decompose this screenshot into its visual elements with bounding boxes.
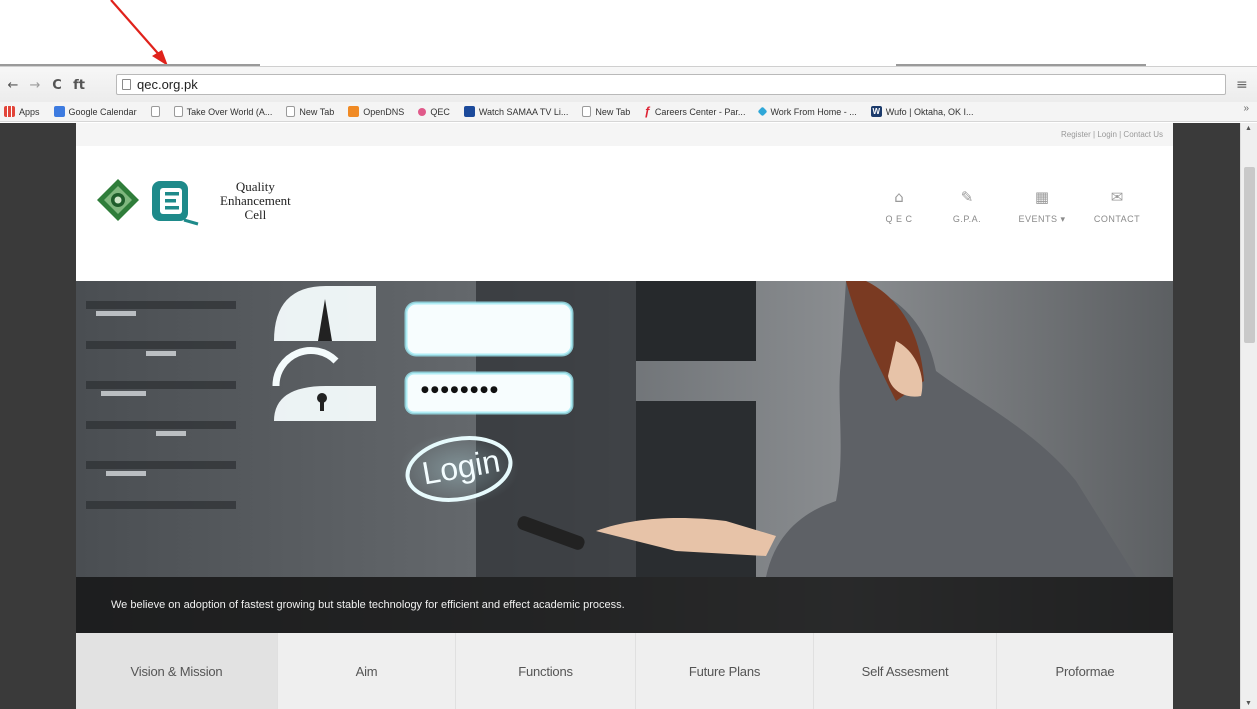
envelope-icon: ✉ xyxy=(1110,188,1124,206)
home-icon: ⌂ xyxy=(894,188,904,206)
forward-icon[interactable]: → xyxy=(28,78,42,94)
logo-emblem-icon xyxy=(97,179,199,226)
contact-us-link[interactable]: Contact Us xyxy=(1123,130,1163,139)
nav-label: G.P.A. xyxy=(952,214,982,224)
back-icon[interactable]: ← xyxy=(6,78,20,94)
bookmark-qec[interactable]: QEC xyxy=(418,107,450,117)
browser-nav-buttons: ← → C ft xyxy=(6,78,86,94)
bookmark-label: Work From Home - ... xyxy=(770,106,857,117)
logo-line-3: Cell xyxy=(244,207,267,222)
page-icon xyxy=(150,106,160,117)
page-icon xyxy=(582,106,592,117)
site-header: Quality Enhancement Cell ⌂ Q E C ✎ G.P.A… xyxy=(76,146,1173,281)
bookmark-new-tab-2[interactable]: New Tab xyxy=(582,106,630,117)
bookmark-label: Wufo | Oktaha, OK I... xyxy=(885,106,974,117)
tab-functions[interactable]: Functions xyxy=(456,633,636,709)
section-tabs: Vision & Mission Aim Functions Future Pl… xyxy=(76,633,1173,709)
bookmark-label: New Tab xyxy=(299,106,335,117)
nav-label: Q E C xyxy=(885,214,913,224)
scroll-up-icon[interactable]: ▲ xyxy=(1245,125,1252,132)
screenshot-root: ← → C ft qec.org.pk ≡ Apps Google Calend… xyxy=(0,0,1257,709)
bookmark-label: Careers Center - Par... xyxy=(654,106,746,117)
bookmark-opendns[interactable]: OpenDNS xyxy=(348,106,404,117)
calendar-icon: ▦ xyxy=(1034,188,1050,206)
calendar-icon xyxy=(53,106,65,117)
site-logo[interactable]: Quality Enhancement Cell xyxy=(94,176,291,226)
apps-icon xyxy=(4,106,15,117)
opendns-icon xyxy=(348,106,360,117)
bookmark-take-over-world[interactable]: Take Over World (A... xyxy=(173,106,273,117)
tab-proformae[interactable]: Proformae xyxy=(997,633,1173,709)
samaa-icon xyxy=(463,106,475,117)
wufo-icon: W xyxy=(870,106,882,117)
bookmark-label: Apps xyxy=(19,106,40,117)
nav-gpa[interactable]: ✎ G.P.A. xyxy=(933,188,1001,225)
bookmark-label: Google Calendar xyxy=(68,106,137,117)
hero-caption-bar: We believe on adoption of fastest growin… xyxy=(76,577,1173,633)
logo-text: Quality Enhancement Cell xyxy=(220,180,291,222)
main-nav: ⌂ Q E C ✎ G.P.A. ▦ EVENTS ▾ ✉ CONTACT xyxy=(865,188,1151,225)
page-scrollbar[interactable]: ▲ ▼ xyxy=(1240,123,1257,709)
bookmark-blank[interactable] xyxy=(150,106,160,117)
pencil-icon: ✎ xyxy=(960,188,974,206)
nav-qec[interactable]: ⌂ Q E C xyxy=(865,188,933,225)
tab-vision-mission[interactable]: Vision & Mission xyxy=(76,633,278,709)
wfh-icon xyxy=(758,106,768,117)
bookmark-wufo[interactable]: W Wufo | Oktaha, OK I... xyxy=(870,106,974,117)
home-icon[interactable]: ft xyxy=(72,78,86,94)
bookmark-work-from-home[interactable]: Work From Home - ... xyxy=(758,106,857,117)
address-bar[interactable]: qec.org.pk xyxy=(116,74,1226,95)
scrollbar-thumb[interactable] xyxy=(1244,167,1255,343)
tab-future-plans[interactable]: Future Plans xyxy=(636,633,814,709)
nav-label: EVENTS ▾ xyxy=(1018,214,1066,224)
logo-line-2: Enhancement xyxy=(220,193,291,208)
bookmark-label: Take Over World (A... xyxy=(186,106,273,117)
reload-icon[interactable]: C xyxy=(50,78,64,94)
bookmark-label: New Tab xyxy=(595,106,631,117)
qec-icon xyxy=(418,107,427,116)
url-text[interactable]: qec.org.pk xyxy=(137,77,198,92)
careers-icon: ƒ xyxy=(644,104,651,118)
password-mask: ●●●●●●●● xyxy=(421,385,500,395)
bookmarks-bar: Apps Google Calendar Take Over World (A.… xyxy=(0,102,1257,122)
nav-label: CONTACT xyxy=(1093,214,1141,224)
tab-aim[interactable]: Aim xyxy=(278,633,456,709)
bookmark-label: OpenDNS xyxy=(363,106,405,117)
bookmark-label: Watch SAMAA TV Li... xyxy=(478,106,569,117)
website: Register | Login | Contact Us Quality En… xyxy=(76,123,1173,709)
nav-contact[interactable]: ✉ CONTACT xyxy=(1083,188,1151,225)
browser-menu-icon[interactable]: ≡ xyxy=(1236,77,1248,93)
bookmark-careers[interactable]: ƒ Careers Center - Par... xyxy=(644,104,746,118)
scroll-down-icon[interactable]: ▼ xyxy=(1245,700,1252,707)
hero-caption: We believe on adoption of fastest growin… xyxy=(111,599,625,611)
page-icon xyxy=(122,79,131,90)
page-icon xyxy=(286,106,296,117)
nav-events[interactable]: ▦ EVENTS ▾ xyxy=(1001,188,1083,225)
tab-self-assesment[interactable]: Self Assesment xyxy=(814,633,997,709)
register-link[interactable]: Register xyxy=(1061,130,1091,139)
bookmark-apps[interactable]: Apps xyxy=(4,106,40,117)
site-topbar: Register | Login | Contact Us xyxy=(76,123,1173,146)
bookmark-google-calendar[interactable]: Google Calendar xyxy=(53,106,137,117)
bookmark-samaa[interactable]: Watch SAMAA TV Li... xyxy=(463,106,569,117)
bookmarks-overflow-icon[interactable]: » xyxy=(1243,103,1249,114)
page-viewport: Register | Login | Contact Us Quality En… xyxy=(0,123,1240,709)
logo-line-1: Quality xyxy=(235,179,275,194)
bookmark-new-tab[interactable]: New Tab xyxy=(286,106,334,117)
page-icon xyxy=(173,106,183,117)
top-links: Register | Login | Contact Us xyxy=(1061,130,1163,139)
login-link[interactable]: Login xyxy=(1097,130,1117,139)
bookmark-label: QEC xyxy=(430,106,450,117)
hero-banner: ●●●●●●●● Login We believe on adoption of… xyxy=(76,281,1173,633)
